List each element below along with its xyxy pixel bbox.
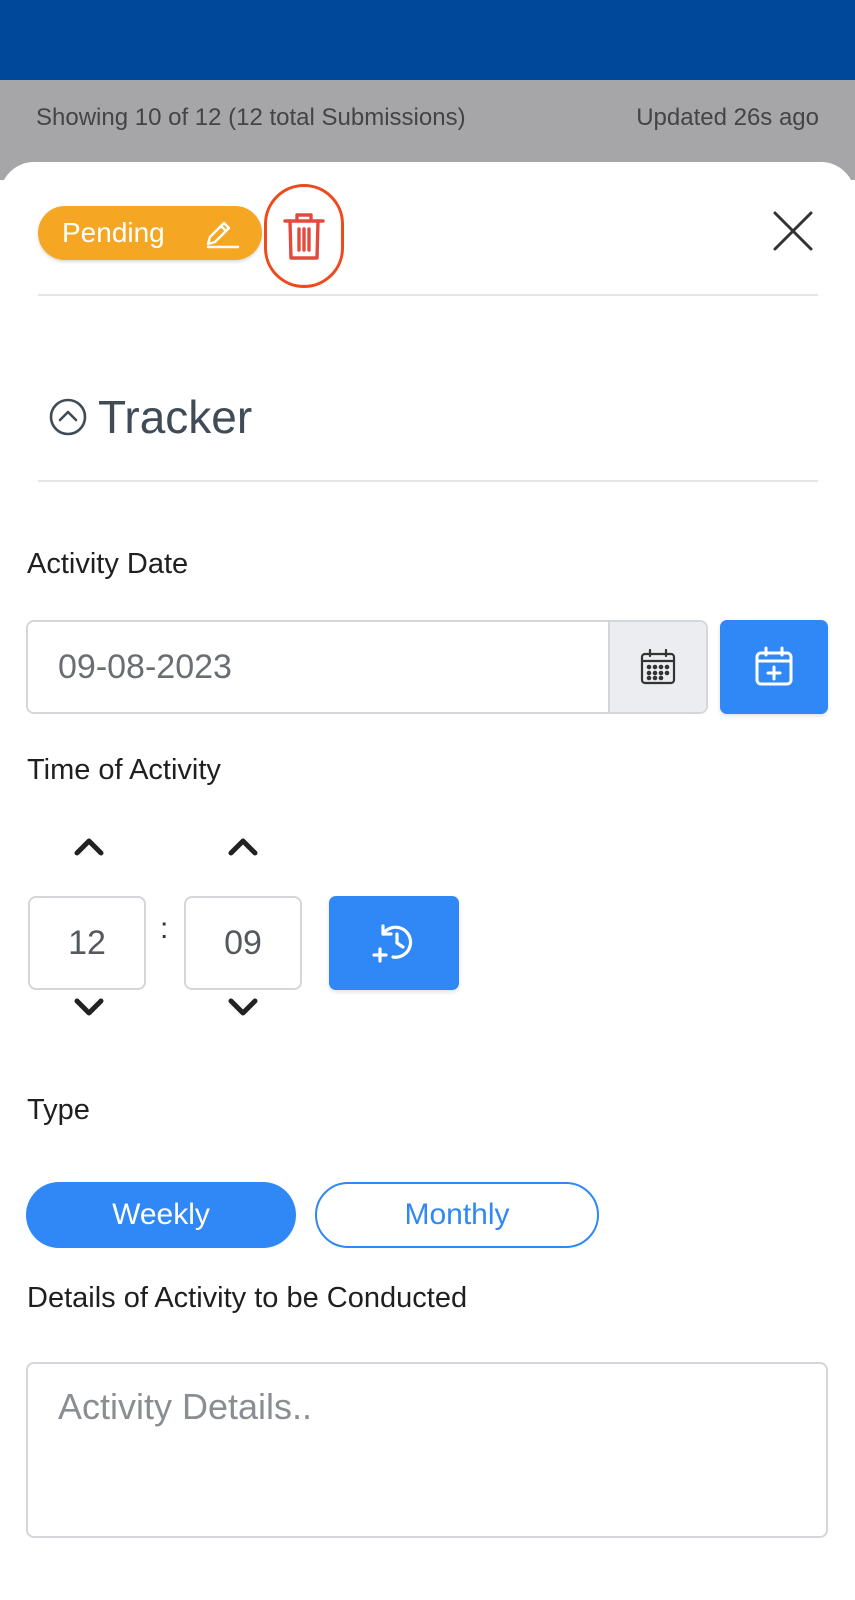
minute-increment-chevron-up-icon[interactable] bbox=[226, 836, 260, 858]
type-option-weekly[interactable]: Weekly bbox=[26, 1182, 296, 1248]
submissions-count: Showing 10 of 12 (12 total Submissions) bbox=[36, 104, 466, 131]
activity-date-label: Activity Date bbox=[27, 548, 189, 580]
delete-button[interactable] bbox=[264, 184, 344, 288]
minute-input[interactable]: 09 bbox=[184, 896, 302, 990]
trash-icon bbox=[283, 213, 325, 260]
activity-details-textarea[interactable]: Activity Details.. bbox=[26, 1362, 828, 1538]
activity-details-label: Details of Activity to be Conducted bbox=[27, 1282, 468, 1314]
header-divider bbox=[38, 294, 818, 296]
section-tracker-toggle[interactable]: Tracker bbox=[48, 390, 252, 444]
submission-detail-sheet: Pending Tracker Activity Date 09-08-2023… bbox=[0, 162, 855, 1600]
date-picker-addon[interactable] bbox=[608, 622, 706, 712]
minute-decrement-chevron-down-icon[interactable] bbox=[226, 996, 260, 1018]
type-label: Type bbox=[27, 1094, 90, 1126]
calendar-grid-icon bbox=[640, 648, 676, 685]
time-separator: : bbox=[160, 912, 169, 945]
app-header-bar bbox=[0, 0, 855, 80]
activity-details-placeholder: Activity Details.. bbox=[58, 1386, 313, 1427]
hour-increment-chevron-up-icon[interactable] bbox=[72, 836, 106, 858]
pencil-icon bbox=[206, 221, 240, 249]
updated-timestamp: Updated 26s ago bbox=[636, 104, 819, 131]
section-title: Tracker bbox=[98, 391, 253, 443]
hour-decrement-chevron-down-icon[interactable] bbox=[72, 996, 106, 1018]
status-badge[interactable]: Pending bbox=[38, 206, 262, 260]
type-option-monthly[interactable]: Monthly bbox=[315, 1182, 599, 1248]
section-divider bbox=[38, 480, 818, 482]
calendar-plus-icon bbox=[755, 646, 793, 686]
chevron-up-circle-icon bbox=[49, 398, 87, 436]
add-date-button[interactable] bbox=[720, 620, 828, 714]
activity-date-input[interactable] bbox=[28, 622, 608, 712]
time-of-activity-label: Time of Activity bbox=[27, 754, 221, 786]
hour-input[interactable]: 12 bbox=[28, 896, 146, 990]
close-icon[interactable] bbox=[770, 208, 816, 254]
add-time-button[interactable] bbox=[329, 896, 459, 990]
activity-date-field[interactable] bbox=[26, 620, 708, 714]
status-label: Pending bbox=[62, 217, 165, 248]
add-time-icon bbox=[372, 924, 413, 963]
